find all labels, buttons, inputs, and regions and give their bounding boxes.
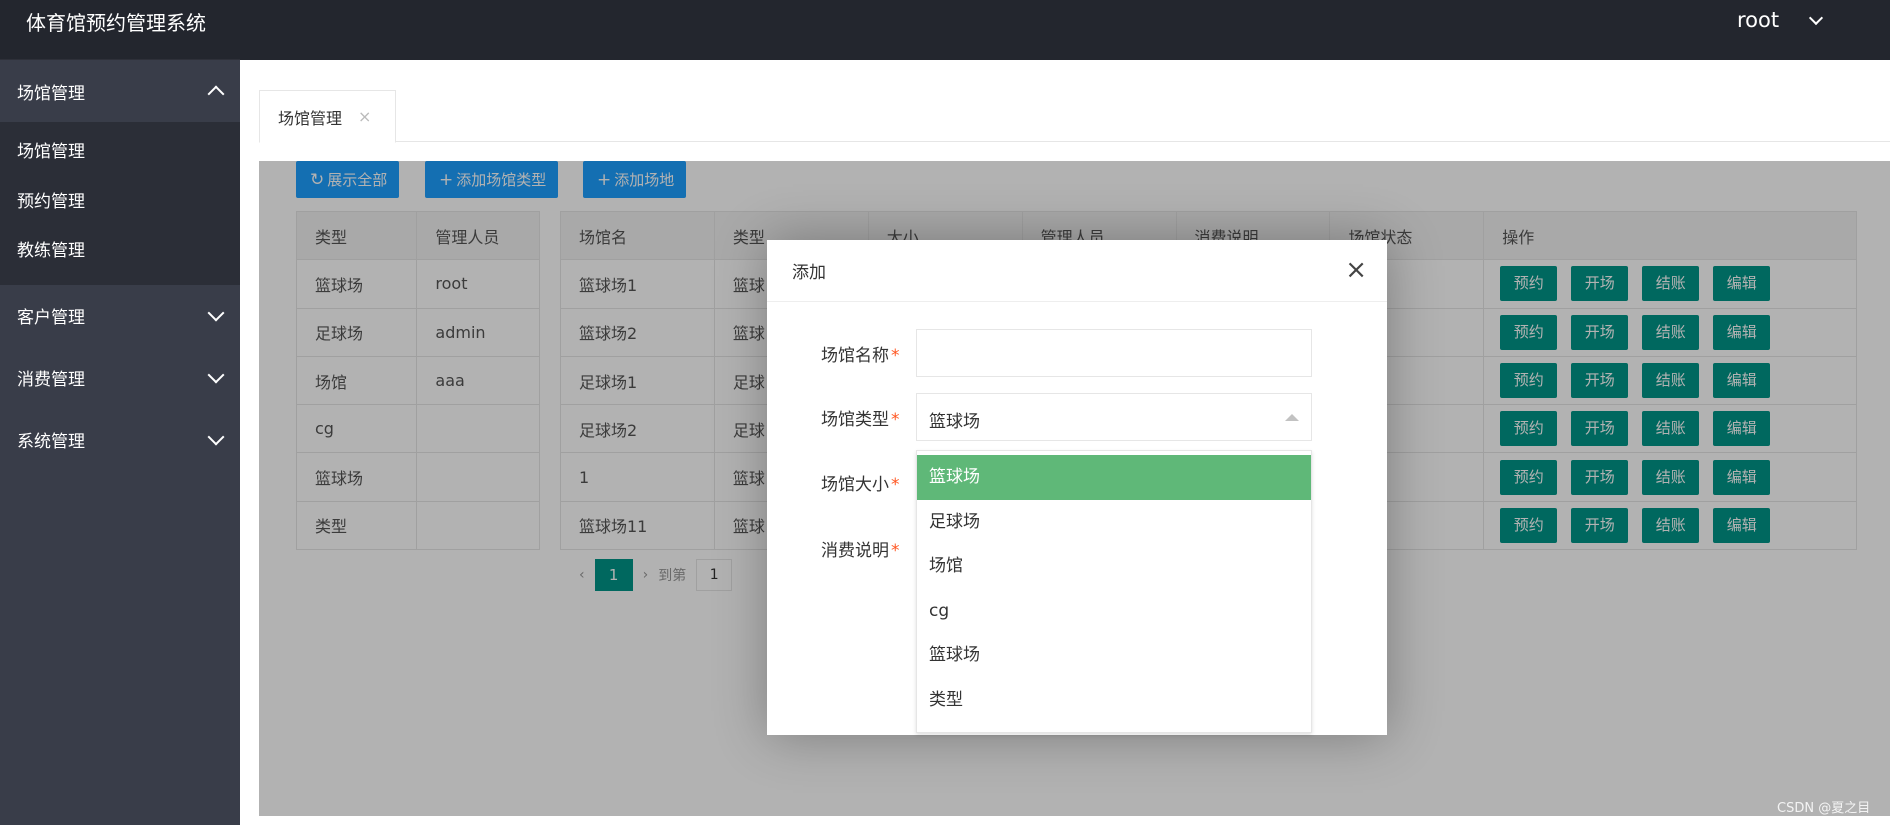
app-title: 体育馆预约管理系统 (0, 0, 240, 60)
sidebar-group-label: 客户管理 (17, 308, 85, 328)
close-icon[interactable]: × (358, 107, 371, 126)
add-venue-dialog: 添加 × 场馆名称 * 场馆类型 * 篮球场 场馆大小 * 消费说明 * 篮球场 足球场场… (767, 240, 1387, 735)
sidebar-group-label: 消费管理 (17, 370, 85, 390)
user-menu[interactable]: root (1737, 8, 1779, 32)
chevron-down-icon (207, 304, 225, 321)
sidebar-group-consume[interactable]: 消费管理 (0, 347, 240, 409)
sidebar-group-label: 场馆管理 (17, 83, 85, 104)
sidebar-group-label: 系统管理 (17, 432, 85, 452)
top-header: root (240, 0, 1890, 60)
venue-type-dropdown: 篮球场 足球场 场馆 cg 篮球场 类型 (916, 450, 1312, 733)
dropdown-option[interactable]: 足球场 (917, 500, 1311, 545)
app-root: root 体育馆预约管理系统 场馆管理 场馆管理 预约管理 教练管理 客户管理 … (0, 0, 1890, 825)
sidebar-submenu: 场馆管理 预约管理 教练管理 (0, 122, 240, 285)
dropdown-option[interactable]: cg (917, 589, 1311, 634)
field-label: 场馆名称 * (821, 346, 900, 366)
dialog-title: 添加 (792, 263, 826, 283)
watermark: CSDN @夏之目 (1777, 801, 1871, 816)
sidebar-group-venue[interactable]: 场馆管理 (0, 60, 240, 122)
form-row-type: 场馆类型 * 篮球场 (767, 393, 1387, 441)
tab-bar: 场馆管理 × (259, 90, 1890, 143)
select-value: 篮球场 (929, 412, 980, 432)
sidebar-item-booking-manage[interactable]: 预约管理 (0, 178, 240, 228)
chevron-down-icon[interactable] (1808, 10, 1824, 26)
dropdown-option[interactable]: 类型 (917, 678, 1311, 723)
field-label: 场馆类型 * (821, 410, 900, 430)
close-icon[interactable]: × (1345, 257, 1367, 283)
tab-venue-manage[interactable]: 场馆管理 × (259, 90, 396, 143)
sidebar-item-coach-manage[interactable]: 教练管理 (0, 227, 240, 277)
sidebar-group-system[interactable]: 系统管理 (0, 409, 240, 471)
dropdown-option[interactable]: 篮球场 (917, 455, 1311, 500)
venue-name-input[interactable] (916, 329, 1312, 377)
dropdown-option[interactable]: 场馆 (917, 544, 1311, 589)
caret-up-icon (1285, 414, 1299, 421)
field-label: 场馆大小 * (821, 475, 900, 495)
field-label: 消费说明 * (821, 541, 900, 561)
dropdown-option[interactable]: 篮球场 (917, 633, 1311, 678)
sidebar-item-venue-manage[interactable]: 场馆管理 (0, 128, 240, 178)
sidebar-group-customer[interactable]: 客户管理 (0, 285, 240, 347)
chevron-up-icon (207, 85, 225, 103)
dialog-header: 添加 × (767, 240, 1387, 302)
venue-type-select[interactable]: 篮球场 (916, 393, 1312, 441)
tab-label: 场馆管理 (278, 108, 343, 128)
form-row-name: 场馆名称 * (767, 329, 1387, 377)
chevron-down-icon (207, 428, 225, 445)
chevron-down-icon (207, 366, 225, 383)
sidebar: 体育馆预约管理系统 场馆管理 场馆管理 预约管理 教练管理 客户管理 消费管理 … (0, 0, 240, 825)
